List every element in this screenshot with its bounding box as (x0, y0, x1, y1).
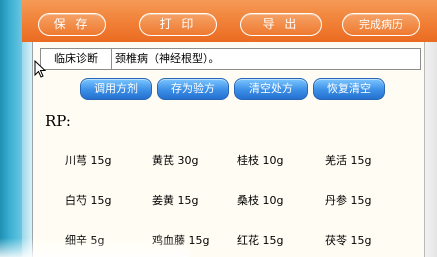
herb-dose: 15g (177, 194, 199, 207)
herb-name: 黄芪 (152, 154, 174, 167)
herb-dose: 15g (90, 194, 112, 207)
rp-label: RP: (45, 112, 71, 130)
herb-dose: 15g (188, 234, 210, 247)
bottom-fade (0, 238, 190, 257)
herb-item[interactable]: 黄芪 30g (152, 152, 198, 168)
herb-name: 羌活 (325, 154, 347, 167)
save-button[interactable]: 保 存 (38, 13, 106, 36)
herb-dose: 10g (262, 154, 284, 167)
herb-dose: 15g (350, 234, 372, 247)
clinical-diagnosis-label: 临床诊断 (41, 49, 112, 69)
herb-name: 川芎 (65, 154, 87, 167)
clinical-diagnosis-value[interactable]: 颈椎病（神经根型）。 (115, 49, 220, 69)
herb-item[interactable]: 川芎 15g (65, 152, 111, 168)
clear-prescription-button[interactable]: 清空处方 (234, 78, 308, 100)
herb-name: 茯苓 (325, 234, 347, 247)
save-as-formula-button[interactable]: 存为验方 (157, 78, 229, 100)
herb-name: 桂枝 (237, 154, 259, 167)
herb-item[interactable]: 红花 15g (237, 232, 283, 248)
mouse-cursor-icon (34, 60, 46, 78)
export-button[interactable]: 导 出 (240, 13, 322, 36)
herb-item[interactable]: 羌活 15g (325, 152, 371, 168)
herb-name: 姜黄 (152, 194, 174, 207)
apply-formula-button[interactable]: 调用方剂 (80, 78, 152, 100)
herb-name: 白芍 (65, 194, 87, 207)
herb-dose: 10g (262, 194, 284, 207)
herb-dose: 15g (350, 194, 372, 207)
prescription-panel (32, 42, 425, 257)
herb-item[interactable]: 白芍 15g (65, 192, 111, 208)
herb-item[interactable]: 桂枝 10g (237, 152, 283, 168)
print-button[interactable]: 打 印 (139, 13, 217, 36)
herb-item[interactable]: 丹参 15g (325, 192, 371, 208)
herb-name: 红花 (237, 234, 259, 247)
clinical-diagnosis-row: 临床诊断 颈椎病（神经根型）。 (40, 48, 421, 70)
restore-clear-button[interactable]: 恢复清空 (313, 78, 385, 100)
right-scroll-area[interactable] (424, 42, 437, 257)
herb-dose: 15g (262, 234, 284, 247)
herb-dose: 30g (177, 154, 199, 167)
herb-dose: 15g (90, 154, 112, 167)
herb-name: 桑枝 (237, 194, 259, 207)
herb-item[interactable]: 桑枝 10g (237, 192, 283, 208)
left-window-edge (0, 0, 22, 257)
herb-item[interactable]: 茯苓 15g (325, 232, 371, 248)
complete-record-button[interactable]: 完成病历 (342, 13, 420, 36)
herb-item[interactable]: 姜黄 15g (152, 192, 198, 208)
herb-name: 丹参 (325, 194, 347, 207)
herb-dose: 15g (350, 154, 372, 167)
